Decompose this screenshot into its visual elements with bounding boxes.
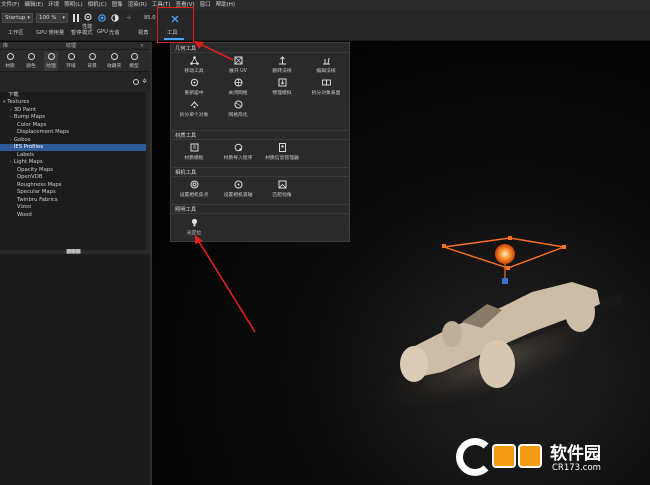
watermark-logo-block: [518, 444, 542, 468]
arrow-to-tools-button: [194, 41, 234, 61]
watermark-logo-block: [492, 444, 516, 468]
arrow-to-light-tool: [195, 235, 256, 333]
watermark-brand: 软件园: [550, 444, 601, 464]
watermark-logo-c: [456, 438, 494, 476]
watermark: 软件园 CR173.com: [452, 436, 648, 482]
watermark-url: CR173.com: [552, 463, 601, 473]
annotation-arrows: [194, 41, 256, 333]
app-window: 文件(F) 编辑(E) 环境 照明(L) 相机(C) 图像 渲染(R) 工具(T…: [0, 0, 650, 485]
